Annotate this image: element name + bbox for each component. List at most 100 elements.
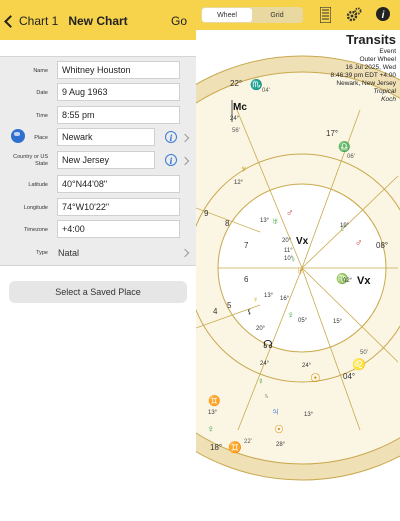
- timezone-row: Timezone +4:00: [0, 220, 196, 240]
- mercury-outer-icon: ☿: [258, 377, 264, 386]
- time-field[interactable]: 8:55 pm: [57, 106, 180, 124]
- venus-outer-icon: ♀: [207, 424, 215, 435]
- view-segmented-control: Wheel Grid: [201, 7, 303, 23]
- chart-input-panel: Chart 1 New Chart Go Name Whitney Housto…: [0, 0, 196, 516]
- timezone-label: Timezone: [24, 226, 48, 233]
- sign-degree-label: 08°: [376, 241, 388, 250]
- libra-icon: ♎: [338, 140, 350, 153]
- transits-line: Event: [379, 48, 396, 55]
- chart-wheel[interactable]: 9 8 7 6 5 4 22° ♏ 04' 17° ♎ 06' 08° ♍ 04…: [89, 30, 400, 516]
- planet-degree-label: 02°: [343, 278, 353, 284]
- select-saved-place-button[interactable]: Select a Saved Place: [9, 281, 187, 303]
- left-navigation-bar: Chart 1 New Chart Go: [0, 0, 196, 40]
- uranus-icon: ♅: [272, 216, 279, 226]
- planet-degree-label: 13°: [264, 293, 274, 299]
- chevron-right-icon[interactable]: [180, 248, 190, 258]
- type-label: Type: [36, 249, 48, 256]
- jupiter-icon: ♃: [271, 406, 279, 418]
- chevron-right-icon[interactable]: [180, 133, 190, 143]
- place-label: Place: [34, 134, 48, 141]
- node-icon: ☊: [263, 339, 273, 351]
- vertex-label: Vx: [296, 236, 309, 247]
- place-row: Place Newark i: [0, 128, 196, 148]
- timezone-field[interactable]: +4:00: [57, 220, 180, 238]
- sun-icon: ☉: [310, 371, 321, 385]
- degree-minute-label: 04': [262, 88, 270, 94]
- sign-degree-label: 17°: [326, 129, 338, 138]
- date-field[interactable]: 9 Aug 1963: [57, 83, 180, 101]
- sign-degree-label: 18°: [210, 443, 222, 452]
- planet-degree-label: 24°: [260, 361, 270, 367]
- degree-minute-label: 56': [232, 128, 240, 134]
- type-row[interactable]: Type Natal: [0, 243, 196, 263]
- name-field[interactable]: Whitney Houston: [57, 61, 180, 79]
- vertex-outer-label: Vx: [357, 275, 371, 287]
- date-row: Date 9 Aug 1963: [0, 83, 196, 103]
- saturn-icon: ♄: [264, 393, 269, 400]
- planet-degree-label: 11°: [284, 248, 293, 254]
- midheaven-label: Mc: [233, 102, 247, 113]
- sun-outer-icon: ☉: [274, 424, 284, 436]
- go-button[interactable]: Go: [171, 14, 187, 28]
- country-field[interactable]: New Jersey: [57, 151, 155, 169]
- longitude-row: Longitude 74°W10'22": [0, 198, 196, 218]
- transits-time: 8:46:39 pm EDT +4:00: [330, 72, 396, 79]
- transits-zodiac: Tropical: [373, 88, 396, 95]
- pallas-icon: ♅: [297, 266, 304, 276]
- mars-outer-icon: ♂: [355, 238, 363, 249]
- house-number: 9: [204, 209, 209, 218]
- transits-line: Outer Wheel: [359, 56, 397, 63]
- chart-form: Name Whitney Houston Date 9 Aug 1963 Tim…: [0, 56, 196, 266]
- house-number: 5: [227, 301, 232, 310]
- chart-wheel-area[interactable]: 9 8 7 6 5 4 22° ♏ 04' 17° ♎ 06' 08° ♍ 04…: [89, 30, 400, 516]
- house-number: 8: [225, 219, 230, 228]
- sign-degree-label: 22°: [230, 79, 242, 88]
- leo-icon: ♌: [352, 358, 366, 371]
- country-label: Country or US State: [13, 154, 48, 167]
- planet-degree-label: 16°: [280, 296, 290, 302]
- time-row: Time 8:55 pm: [0, 106, 196, 126]
- transits-title: Transits: [346, 32, 396, 47]
- planet-degree-label: 10°: [284, 256, 294, 262]
- planet-degree-label: 20°: [256, 326, 266, 332]
- planet-degree-label: 28°: [276, 442, 286, 448]
- mars-icon: ♂: [286, 208, 294, 219]
- house-number: 6: [244, 275, 249, 284]
- planet-degree-label: 13°: [304, 412, 314, 418]
- tab-grid[interactable]: Grid: [252, 8, 302, 22]
- latitude-field[interactable]: 40°N44'08": [57, 175, 180, 193]
- longitude-field[interactable]: 74°W10'22": [57, 198, 180, 216]
- house-number: 7: [244, 241, 249, 250]
- place-info-icon[interactable]: i: [165, 131, 177, 143]
- planet-degree-label: 05°: [298, 318, 308, 324]
- house-number: 4: [213, 307, 218, 316]
- planet-degree-label: 19°: [340, 223, 350, 229]
- info-icon[interactable]: i: [376, 7, 390, 25]
- date-label: Date: [36, 89, 48, 96]
- mercury-icon: ☿: [253, 297, 258, 304]
- planet-degree-label: 24°: [230, 116, 240, 122]
- lilith-icon: ⚸: [247, 308, 252, 316]
- longitude-label: Longitude: [23, 204, 48, 211]
- place-field[interactable]: Newark: [57, 128, 155, 146]
- country-row: Country or US State New Jersey i: [0, 151, 196, 171]
- chevron-right-icon[interactable]: [180, 156, 190, 166]
- chart-toolbar: Wheel Grid i: [196, 0, 400, 30]
- transits-date: 16 Jul 2025, Wed: [345, 64, 396, 71]
- sign-degree-label: 04°: [343, 372, 355, 381]
- gemini-icon: ♊: [228, 441, 242, 454]
- gear-icon[interactable]: [346, 7, 362, 27]
- svg-text:i: i: [382, 10, 385, 21]
- latitude-label: Latitude: [28, 181, 48, 188]
- tab-wheel[interactable]: Wheel: [202, 8, 252, 22]
- degree-minute-label: 22': [244, 439, 252, 445]
- country-info-icon[interactable]: i: [165, 154, 177, 166]
- list-icon[interactable]: [319, 6, 332, 27]
- planet-degree-label: 15°: [333, 319, 343, 325]
- latitude-row: Latitude 40°N44'08": [0, 175, 196, 195]
- name-label: Name: [33, 67, 48, 74]
- chart-panel: Wheel Grid i 9 8 7 6 5 4 22° ♏ 04' 17° ♎…: [89, 0, 400, 516]
- venus-icon: ♀: [287, 310, 295, 321]
- type-value[interactable]: Natal: [58, 243, 79, 263]
- degree-minute-label: 06': [347, 154, 355, 160]
